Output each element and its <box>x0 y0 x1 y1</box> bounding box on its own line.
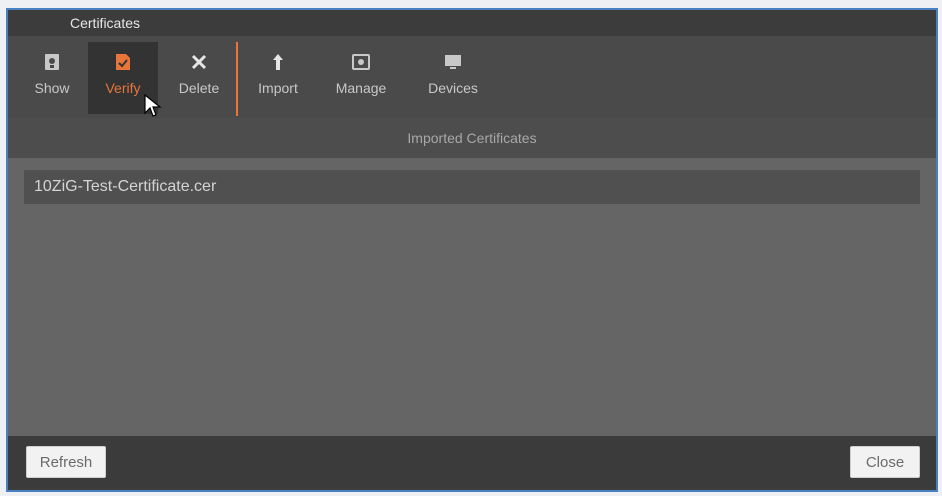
window-title: Certificates <box>70 15 141 31</box>
verify-label: Verify <box>105 80 141 96</box>
devices-label: Devices <box>428 80 478 96</box>
list-item[interactable]: 10ZiG-Test-Certificate.cer <box>24 170 920 204</box>
mouse-cursor-icon <box>144 94 162 117</box>
toolbar-separator <box>236 42 238 116</box>
certificates-window: Certificates Show Verify Delete Import M… <box>6 8 938 492</box>
manage-label: Manage <box>335 80 387 96</box>
gear-icon <box>351 52 371 72</box>
manage-button[interactable]: Manage <box>326 42 396 114</box>
delete-button[interactable]: Delete <box>168 42 230 114</box>
show-button[interactable]: Show <box>22 42 82 114</box>
monitor-icon <box>443 52 463 72</box>
certificate-list: 10ZiG-Test-Certificate.cer <box>24 170 920 432</box>
section-header: Imported Certificates <box>8 118 936 158</box>
arrow-up-icon <box>268 52 288 72</box>
import-button[interactable]: Import <box>248 42 308 114</box>
delete-label: Delete <box>178 80 220 96</box>
verify-document-icon <box>113 52 133 72</box>
show-label: Show <box>34 80 70 96</box>
section-title: Imported Certificates <box>407 130 537 146</box>
footer: Refresh Close <box>8 436 936 490</box>
refresh-button[interactable]: Refresh <box>26 446 106 478</box>
close-button[interactable]: Close <box>850 446 920 478</box>
title-bar: Certificates <box>8 10 936 36</box>
devices-button[interactable]: Devices <box>418 42 488 114</box>
close-icon <box>189 52 209 72</box>
certificate-icon <box>42 52 62 72</box>
import-label: Import <box>258 80 298 96</box>
